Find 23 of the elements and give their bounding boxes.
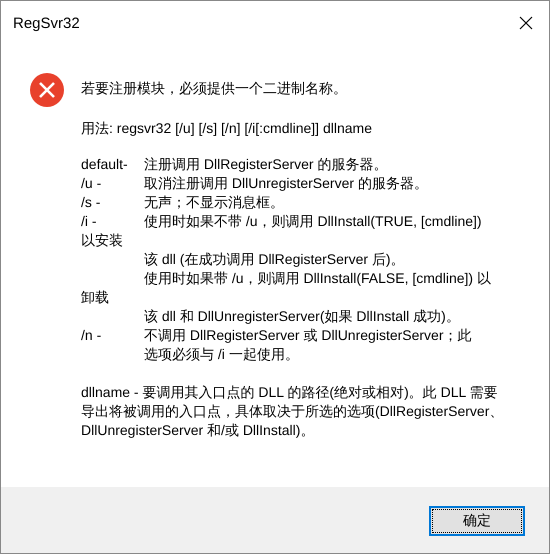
option-flag-text: /n -: [81, 326, 102, 345]
option-description: 注册调用 DllRegisterServer 的服务器。: [144, 155, 388, 174]
option-description: 不调用 DllRegisterServer 或 DllUnregisterServer；此: [144, 326, 472, 345]
error-message: 若要注册模块，必须提供一个二进制名称。: [81, 79, 348, 98]
option-description: 卸载: [81, 288, 109, 307]
note-paragraph: dllname - 要调用其入口点的 DLL 的路径(绝对或相对)。此 DLL 需要 导出将被调用的入口点，具体取决于所选的选项(DllRegisterServer、 DllUnregisterServer 和/或 DllInstall)。: [81, 383, 504, 440]
option-flag-text: /i -: [81, 212, 98, 231]
window-title: RegSvr32: [13, 14, 80, 32]
option-description: 该 dll 和 DllUnregisterServer(如果 DllInstall 成功)。: [144, 307, 460, 326]
option-flag-text: /u -: [81, 174, 102, 193]
close-icon[interactable]: [519, 16, 533, 30]
option-description: 使用时如果不带 /u，则调用 DllInstall(TRUE, [cmdline]): [144, 212, 482, 231]
ok-button[interactable]: 确定: [429, 506, 525, 536]
option-flag-text: default-: [81, 155, 129, 174]
option-description: 无声；不显示消息框。: [144, 193, 284, 212]
option-description: 该 dll (在成功调用 DllRegisterServer 后)。: [144, 250, 405, 269]
usage-text: 用法: regsvr32 [/u] [/s] [/n] [/i[:cmdline]] dllname: [81, 119, 373, 138]
option-flag-text: /s -: [81, 193, 102, 212]
option-description: 使用时如果带 /u，则调用 DllInstall(FALSE, [cmdline]) 以: [144, 269, 491, 288]
option-description: 取消注册调用 DllUnregisterServer 的服务器。: [144, 174, 428, 193]
option-description: 以安装: [81, 231, 123, 250]
error-icon: [30, 73, 64, 107]
option-description: 选项必须与 /i 一起使用。: [144, 345, 299, 364]
